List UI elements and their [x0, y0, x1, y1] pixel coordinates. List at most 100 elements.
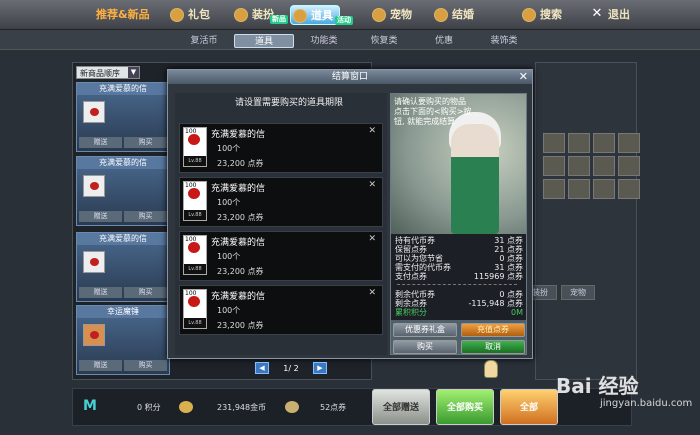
gift-icon — [170, 8, 184, 22]
level-label: Lv.88 — [184, 210, 206, 220]
preview-tabs: 装扮 宠物 — [523, 285, 595, 300]
instruction-text: 请设置需要购买的道具期限 — [234, 98, 343, 108]
cash-value: 52点券 — [320, 403, 347, 412]
product-card-title: 充满爱慕的信 — [77, 157, 169, 169]
nav-giftpack[interactable]: 礼包 — [168, 5, 210, 25]
tab-function[interactable]: 功能类 — [294, 34, 354, 48]
dialog-title: 结算窗口 — [168, 70, 532, 84]
gold-coin-icon — [179, 401, 193, 413]
tab-items[interactable]: 道具 — [234, 34, 294, 48]
equipment-slot[interactable] — [568, 133, 590, 153]
chevron-down-icon: ▼ — [128, 67, 139, 78]
buy-button[interactable]: 购买 — [124, 211, 167, 222]
tab-decoration[interactable]: 装饰类 — [474, 34, 534, 48]
divider — [397, 284, 517, 285]
product-card[interactable]: 充满爱慕的信 赠送 购买 — [76, 82, 170, 152]
product-card[interactable]: 充满爱慕的信 赠送 购买 — [76, 232, 170, 302]
charge-points-button[interactable]: 充值点券 — [461, 323, 525, 337]
cart-item[interactable]: 100 Lv.88 充满爱慕的信 100个 23,200 点券 ✕ — [179, 177, 383, 227]
coupon-box-label: 优惠券礼盒 — [405, 325, 445, 334]
item-quantity: 100个 — [217, 306, 241, 315]
checkout-dialog: 结算窗口 ✕ 请设置需要购买的道具期限 100 Lv.88 充满爱慕的信 100… — [167, 69, 533, 374]
equipment-slot[interactable] — [568, 179, 590, 199]
purchase-label: 购买 — [417, 342, 433, 351]
item-quantity: 100个 — [217, 252, 241, 261]
remove-item-icon[interactable]: ✕ — [368, 126, 376, 136]
nav-items-tab[interactable]: 道具 活动 — [290, 5, 353, 25]
nav-marriage[interactable]: 结婚 — [432, 5, 474, 25]
summary-row: 支付点券 115969 点券 — [395, 272, 523, 281]
payment-summary: 持有代币券 31 点券 保留点券 21 点券 可以为您节省 0 点券 需支付的代币券 3… — [391, 234, 526, 320]
top-nav-bar: 推荐&新品 礼包 装扮 新品 道具 活动 宠物 结婚 搜索 ✕ 退出 — [0, 0, 700, 30]
remove-item-icon[interactable]: ✕ — [368, 234, 376, 244]
buy-button[interactable]: 购买 — [124, 137, 167, 148]
equipment-slot[interactable] — [593, 156, 615, 176]
gift-button[interactable]: 赠送 — [79, 360, 122, 371]
cancel-button[interactable]: 取消 — [461, 340, 525, 354]
buy-button[interactable]: 购买 — [124, 287, 167, 298]
other-all-button[interactable]: 全部 — [500, 389, 558, 425]
sort-order-select[interactable]: 新商品顺序 ▼ — [76, 66, 140, 79]
item-name: 充满爱慕的信 — [211, 238, 266, 248]
product-card[interactable]: 充满爱慕的信 赠送 购买 — [76, 156, 170, 226]
product-card-title: 充满爱慕的信 — [77, 233, 169, 245]
npc-portrait: 请确认要购买的物品 点击下面的<购买>按钮, 就能完成结算 — [391, 94, 526, 234]
equipment-slot[interactable] — [593, 133, 615, 153]
item-price: 23,200 点券 — [217, 267, 264, 276]
product-card[interactable]: 幸运魔锤 赠送 购买 — [76, 305, 170, 375]
gift-button[interactable]: 赠送 — [79, 137, 122, 148]
nav-outfit[interactable]: 装扮 新品 — [232, 5, 288, 25]
exchange-icon[interactable] — [285, 401, 299, 413]
nav-items-label: 道具 — [311, 9, 333, 22]
item-price: 23,200 点券 — [217, 213, 264, 222]
equipment-slot[interactable] — [543, 133, 565, 153]
item-price: 23,200 点券 — [217, 159, 264, 168]
nav-recommend-label: 推荐&新品 — [96, 8, 150, 21]
tab-recovery[interactable]: 恢复类 — [354, 34, 414, 48]
equipment-slot[interactable] — [568, 156, 590, 176]
remove-item-icon[interactable]: ✕ — [368, 288, 376, 298]
tab-pet[interactable]: 宠物 — [561, 285, 595, 300]
coupon-box-button[interactable]: 优惠券礼盒 — [393, 323, 457, 337]
close-icon[interactable]: ✕ — [519, 71, 528, 83]
remove-item-icon[interactable]: ✕ — [368, 180, 376, 190]
buy-all-button[interactable]: 全部购买 — [436, 389, 494, 425]
summary-row: 累积积分 0M — [395, 308, 523, 317]
item-name: 充满爱慕的信 — [211, 184, 266, 194]
nav-exit[interactable]: ✕ 退出 — [588, 5, 630, 25]
item-name: 充满爱慕的信 — [211, 130, 266, 140]
item-name: 充满爱慕的信 — [211, 292, 266, 302]
gold-value: 231,948金币 — [217, 403, 267, 412]
tab-revive-coin[interactable]: 复活币 — [174, 34, 234, 48]
nav-pet-label: 宠物 — [390, 8, 412, 21]
next-page-button[interactable]: ▶ — [313, 362, 327, 374]
prev-page-button[interactable]: ◀ — [255, 362, 269, 374]
item-quantity: 100个 — [217, 198, 241, 207]
hand-cursor-icon — [484, 360, 498, 378]
purchase-button[interactable]: 购买 — [393, 340, 457, 354]
cart-item[interactable]: 100 Lv.88 充满爱慕的信 100个 23,200 点券 ✕ — [179, 285, 383, 335]
equipment-slot[interactable] — [593, 179, 615, 199]
buy-button[interactable]: 购买 — [124, 360, 167, 371]
baidu-watermark-url: jingyan.baidu.com — [600, 398, 693, 409]
hammer-item-icon — [83, 324, 105, 346]
cart-item[interactable]: 100 Lv.88 充满爱慕的信 100个 23,200 点券 ✕ — [179, 231, 383, 281]
npc-message: 请确认要购买的物品 点击下面的<购买>按钮, 就能完成结算 — [394, 97, 472, 126]
coin-icon — [293, 9, 307, 23]
equipment-slot[interactable] — [543, 179, 565, 199]
equipment-slot[interactable] — [618, 156, 640, 176]
gift-all-button[interactable]: 全部赠送 — [372, 389, 430, 425]
nav-pet[interactable]: 宠物 — [370, 5, 412, 25]
item-price: 23,200 点券 — [217, 321, 264, 330]
character-preview-panel — [535, 62, 637, 380]
gift-button[interactable]: 赠送 — [79, 287, 122, 298]
equipment-slot[interactable] — [618, 179, 640, 199]
nav-search[interactable]: 搜索 — [520, 5, 562, 25]
equipment-slot[interactable] — [543, 156, 565, 176]
gift-button[interactable]: 赠送 — [79, 211, 122, 222]
nav-recommend-new[interactable]: 推荐&新品 — [92, 5, 150, 25]
tab-discount[interactable]: 优惠 — [414, 34, 474, 48]
cart-item[interactable]: 100 Lv.88 充满爱慕的信 100个 23,200 点券 ✕ — [179, 123, 383, 173]
level-label: Lv.88 — [184, 156, 206, 166]
equipment-slot[interactable] — [618, 133, 640, 153]
